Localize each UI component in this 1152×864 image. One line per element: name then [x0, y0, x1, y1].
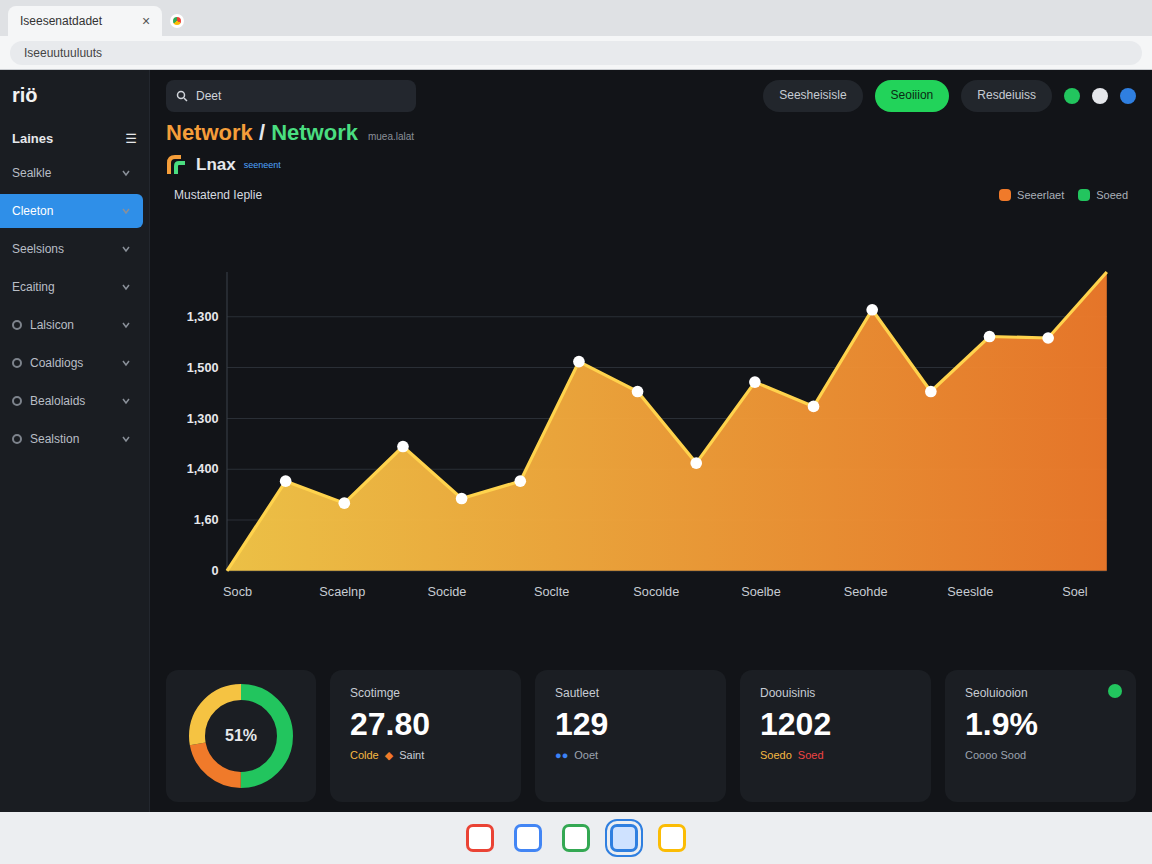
data-point[interactable] [632, 386, 644, 398]
sidebar-item[interactable]: Lalsicon [0, 308, 143, 342]
svg-text:1,60: 1,60 [194, 512, 219, 527]
status-dot [1108, 684, 1122, 698]
menu-icon[interactable]: ☰ [125, 131, 137, 146]
stat-card: Sautleet129●●Ooet [535, 670, 726, 802]
donut-card: 51% [166, 670, 316, 802]
data-point[interactable] [514, 475, 526, 487]
x-label: Scaelnp [319, 584, 365, 599]
svg-text:1,300: 1,300 [187, 309, 219, 324]
stat-card: Scotimge27.80Colde◆Saint [330, 670, 521, 802]
svg-text:1,400: 1,400 [187, 461, 219, 476]
item-circle-icon [12, 358, 22, 368]
data-point[interactable] [280, 475, 292, 487]
data-point[interactable] [866, 304, 878, 316]
x-label: Soel [1062, 584, 1087, 599]
logo-icon [166, 154, 188, 176]
sidebar-item[interactable]: Cleeton [0, 194, 143, 228]
area-chart: 1,300 1,500 1,300 1,400 1,60 0 Socb Scaelnp Soci… [174, 202, 1128, 662]
sidebar-header: Laines☰ [0, 125, 149, 152]
data-point[interactable] [749, 376, 761, 388]
search-field[interactable]: Deet [166, 80, 416, 112]
sidebar-item[interactable]: Coaldiogs [0, 346, 143, 380]
y-tick: 1,300 [187, 309, 1107, 324]
series-line [227, 272, 1107, 571]
app: riö Laines☰ Sealkle Cleeton Seelsions Ecaitin… [0, 70, 1152, 812]
chevron-icon [121, 244, 131, 254]
status-dot[interactable] [1092, 88, 1108, 104]
data-point[interactable] [925, 386, 937, 398]
screen: Iseesenatdadet× Iseeuutuuluuts riö Laines☰ S… [0, 0, 1152, 864]
address-row: Iseeuutuuluuts [0, 36, 1152, 70]
data-point[interactable] [573, 356, 585, 368]
header-row: Deet Seesheisisle Seoiiion Resdeiuiss [166, 80, 1136, 112]
x-label: Seeslde [947, 584, 993, 599]
brand: riö [0, 78, 149, 121]
data-point[interactable] [456, 493, 468, 505]
svg-text:1,500: 1,500 [187, 360, 219, 375]
data-point[interactable] [984, 331, 996, 343]
item-circle-icon [12, 434, 22, 444]
donut-label: 51% [186, 681, 296, 791]
main: Deet Seesheisisle Seoiiion Resdeiuiss Networ… [150, 70, 1152, 812]
chevron-icon [121, 358, 131, 368]
data-point[interactable] [338, 497, 350, 509]
x-label: Seohde [844, 584, 888, 599]
legend-item[interactable]: Seeerlaet [999, 189, 1064, 201]
chevron-icon [121, 396, 131, 406]
stat-cards: 51% Scotimge27.80Colde◆SaintSautleet129●●… [166, 670, 1136, 802]
chevron-icon [121, 168, 131, 178]
x-label: Socb [223, 584, 252, 599]
browser-tab-bar: Iseesenatdadet× [0, 0, 1152, 36]
browser-icon [170, 14, 184, 28]
data-point[interactable] [397, 441, 409, 453]
top-button[interactable]: Resdeiuiss [961, 80, 1052, 112]
logo: Lnaxseeneent [166, 154, 1136, 176]
svg-text:1,300: 1,300 [187, 411, 219, 426]
app-icon[interactable] [562, 824, 590, 852]
address-bar[interactable]: Iseeuutuuluuts [10, 41, 1142, 65]
top-button[interactable]: Seesheisisle [763, 80, 862, 112]
sidebar-item[interactable]: Ecaiting [0, 270, 143, 304]
x-label: Soclte [534, 584, 569, 599]
sidebar-item[interactable]: Sealstion [0, 422, 143, 456]
status-dot[interactable] [1064, 88, 1080, 104]
top-button[interactable]: Seoiiion [875, 80, 950, 112]
x-label: Soelbe [741, 584, 781, 599]
chevron-icon [121, 206, 131, 216]
app-icon[interactable] [466, 824, 494, 852]
item-circle-icon [12, 320, 22, 330]
page-title: Network / Networkmuea.lalat [166, 120, 1136, 146]
app-icon[interactable] [658, 824, 686, 852]
chevron-icon [121, 282, 131, 292]
data-point[interactable] [808, 401, 820, 413]
x-label: Socide [428, 584, 467, 599]
svg-text:0: 0 [211, 563, 218, 578]
data-point[interactable] [690, 457, 702, 469]
chevron-icon [121, 434, 131, 444]
data-point[interactable] [1042, 332, 1054, 344]
sidebar: riö Laines☰ Sealkle Cleeton Seelsions Ecaitin… [0, 70, 150, 812]
tab-close[interactable]: × [142, 13, 150, 29]
item-circle-icon [12, 396, 22, 406]
title-note: muea.lalat [368, 131, 414, 142]
chart-legend: Seeerlaet Soeed [999, 189, 1128, 201]
app-icon[interactable] [514, 824, 542, 852]
legend-item[interactable]: Soeed [1078, 189, 1128, 201]
search-icon [176, 90, 188, 102]
sidebar-item[interactable]: Sealkle [0, 156, 143, 190]
sidebar-item[interactable]: Seelsions [0, 232, 143, 266]
stat-card: Doouisinis1202SoedoSoed [740, 670, 931, 802]
app-icon[interactable] [610, 824, 638, 852]
chart-title: Mustatend Ieplie [174, 188, 262, 202]
sidebar-item[interactable]: Bealolaids [0, 384, 143, 418]
x-label: Socolde [633, 584, 679, 599]
chevron-icon [121, 320, 131, 330]
stat-card: Seoluiooion1.9%Coooo Sood [945, 670, 1136, 802]
donut-chart: 51% [186, 681, 296, 791]
series-area [227, 272, 1107, 571]
taskbar [0, 812, 1152, 864]
chart-panel: Mustatend Ieplie Seeerlaet Soeed 1,300 1,500… [166, 184, 1136, 662]
browser-tab[interactable]: Iseesenatdadet× [8, 6, 162, 36]
status-dot[interactable] [1120, 88, 1136, 104]
